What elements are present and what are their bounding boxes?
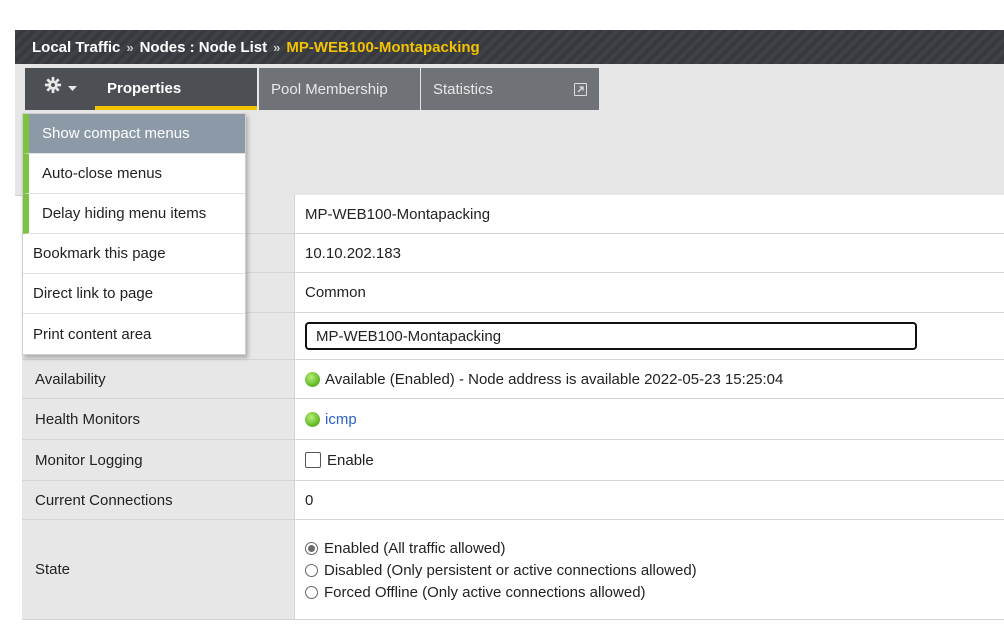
status-available-icon [305, 411, 320, 427]
menu-item-delay-hiding[interactable]: Delay hiding menu items [23, 194, 245, 234]
options-dropdown-menu: Show compact menus Auto-close menus Dela… [22, 113, 246, 355]
current-connections-label: Current Connections [22, 481, 295, 519]
breadcrumb-node-list[interactable]: Nodes : Node List [140, 39, 268, 56]
description-input[interactable]: MP-WEB100-Montapacking [305, 322, 917, 350]
menu-item-bookmark[interactable]: Bookmark this page [23, 234, 245, 274]
name-value: MP-WEB100-Montapacking [295, 195, 1004, 233]
radio-forced-offline-label: Forced Offline (Only active connections … [324, 584, 646, 601]
radio-forced-offline[interactable] [305, 586, 318, 599]
icmp-monitor-link[interactable]: icmp [325, 411, 357, 428]
health-monitors-cell: icmp [295, 399, 1004, 439]
state-option-forced-offline[interactable]: Forced Offline (Only active connections … [305, 584, 646, 601]
address-value: 10.10.202.183 [295, 234, 1004, 272]
tab-pool-membership[interactable]: Pool Membership [259, 68, 420, 110]
availability-label: Availability [22, 360, 295, 398]
table-row: Availability Available (Enabled) - Node … [22, 360, 1004, 399]
menu-item-show-compact-menus[interactable]: Show compact menus [23, 114, 245, 154]
availability-value: Available (Enabled) - Node address is av… [325, 370, 784, 388]
health-monitors-label: Health Monitors [22, 399, 295, 439]
chevron-down-icon [67, 79, 77, 96]
radio-disabled[interactable] [305, 564, 318, 577]
tab-statistics[interactable]: Statistics [421, 68, 599, 110]
availability-cell: Available (Enabled) - Node address is av… [295, 360, 1004, 398]
enable-logging-label: Enable [327, 451, 374, 469]
current-connections-value: 0 [295, 481, 1004, 519]
radio-enabled[interactable] [305, 542, 318, 555]
breadcrumb-separator: » [273, 39, 281, 55]
breadcrumb-separator: » [126, 39, 134, 55]
state-options: Enabled (All traffic allowed) Disabled (… [295, 520, 1004, 619]
partition-value: Common [295, 273, 1004, 312]
monitor-logging-cell: Enable [295, 440, 1004, 480]
radio-disabled-label: Disabled (Only persistent or active conn… [324, 562, 697, 579]
table-row: Current Connections 0 [22, 481, 1004, 520]
tab-statistics-label: Statistics [433, 80, 494, 98]
table-row: State Enabled (All traffic allowed) Disa… [22, 520, 1004, 620]
gear-icon [44, 76, 62, 98]
state-option-disabled[interactable]: Disabled (Only persistent or active conn… [305, 562, 697, 579]
tab-bar: Properties Pool Membership Statistics [15, 64, 1004, 114]
state-option-enabled[interactable]: Enabled (All traffic allowed) [305, 540, 505, 557]
breadcrumb-current: MP-WEB100-Montapacking [286, 38, 480, 56]
tab-properties[interactable]: Properties [95, 68, 257, 110]
popout-icon[interactable] [574, 82, 587, 96]
table-row: Monitor Logging Enable [22, 440, 1004, 481]
menu-item-print-content[interactable]: Print content area [23, 314, 245, 354]
enable-logging-checkbox[interactable] [305, 452, 321, 468]
breadcrumb: Local Traffic » Nodes : Node List » MP-W… [15, 30, 1004, 64]
menu-item-direct-link[interactable]: Direct link to page [23, 274, 245, 314]
breadcrumb-local-traffic[interactable]: Local Traffic [32, 39, 120, 56]
monitor-logging-label: Monitor Logging [22, 440, 295, 480]
table-row: Health Monitors icmp [22, 399, 1004, 440]
gear-menu-button[interactable] [25, 68, 95, 110]
state-label: State [22, 520, 295, 619]
menu-item-auto-close-menus[interactable]: Auto-close menus [23, 154, 245, 194]
status-available-icon [305, 371, 320, 387]
radio-enabled-label: Enabled (All traffic allowed) [324, 540, 506, 557]
description-cell: MP-WEB100-Montapacking [295, 313, 1004, 359]
